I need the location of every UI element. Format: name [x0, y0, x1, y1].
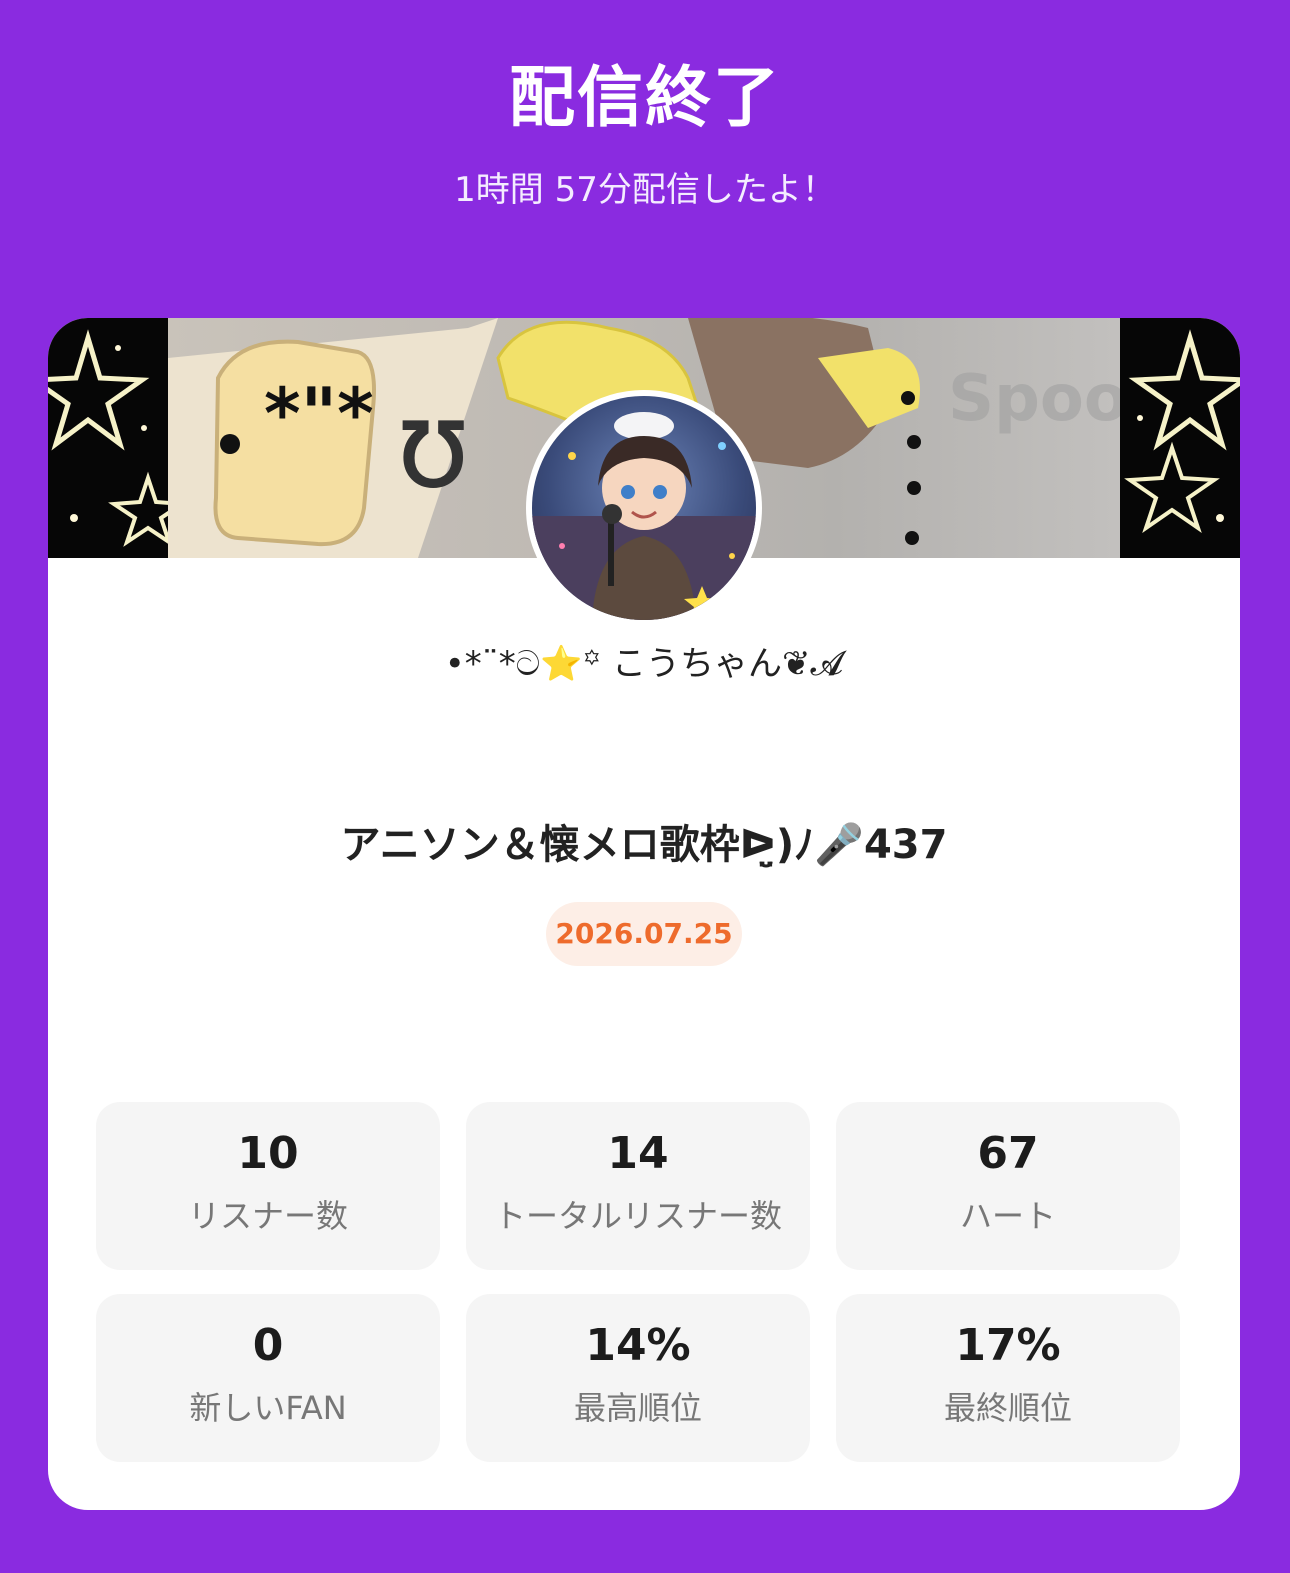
streamer-name: •*¨*ට⭐️꙳ こうちゃん❦𝓐 [444, 644, 844, 684]
stat-label: 最高順位 [573, 1389, 702, 1427]
stat-label: トータルリスナー数 [493, 1197, 782, 1235]
broadcast-duration: 1時間 57分配信したよ！ [454, 170, 836, 210]
page-title: 配信終了 [509, 59, 781, 136]
broadcast-summary-card: *"* ʊ Spoon [48, 318, 1240, 1510]
stat-label: ハート [959, 1197, 1056, 1235]
svg-text:ʊ: ʊ [396, 376, 470, 515]
stat-value: 14% [585, 1320, 691, 1371]
stat-value: 14 [607, 1128, 669, 1179]
stat-listeners: 10 リスナー数 [96, 1102, 440, 1270]
stat-new-fans: 0 新しいFAN [96, 1294, 440, 1462]
broadcast-date-badge: 2026.07.25 [546, 902, 742, 966]
stat-final-rank: 17% 最終順位 [836, 1294, 1180, 1462]
stat-label: 新しいFAN [189, 1389, 347, 1427]
avatar[interactable] [526, 390, 762, 626]
star-decoration-right [1120, 318, 1240, 558]
broadcast-title: アニソン＆懐メロ歌枠ᐅ̤̮)ﾉ🎤437 [340, 822, 948, 868]
svg-text:*"*: *"* [264, 373, 374, 455]
stat-highest-rank: 14% 最高順位 [466, 1294, 810, 1462]
stat-total-listeners: 14 トータルリスナー数 [466, 1102, 810, 1270]
stat-value: 67 [977, 1128, 1039, 1179]
stat-value: 0 [252, 1320, 284, 1371]
stat-label: リスナー数 [187, 1197, 348, 1235]
stat-label: 最終順位 [943, 1389, 1072, 1427]
banner-watermark: Spoon [948, 362, 1120, 436]
star-decoration-left [48, 318, 168, 558]
stat-hearts: 67 ハート [836, 1102, 1180, 1270]
stat-value: 10 [237, 1128, 299, 1179]
stat-value: 17% [955, 1320, 1061, 1371]
